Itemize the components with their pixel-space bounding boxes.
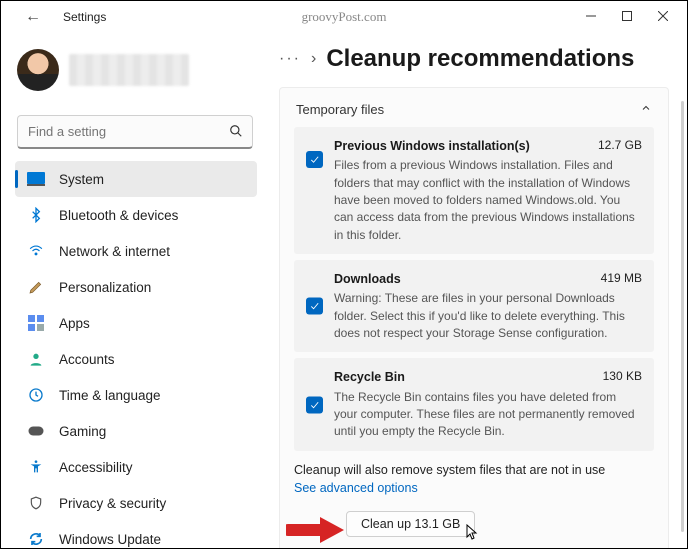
sidebar-item-privacy[interactable]: Privacy & security — [15, 485, 257, 521]
cleanup-item: Previous Windows installation(s) 12.7 GB F… — [294, 127, 654, 254]
back-button[interactable]: ← — [21, 8, 45, 26]
sidebar-item-system[interactable]: System — [15, 161, 257, 197]
chevron-right-icon: › — [311, 50, 316, 68]
sidebar-item-time[interactable]: Time & language — [15, 377, 257, 413]
system-icon — [27, 170, 45, 188]
cleanup-button[interactable]: Clean up 13.1 GB — [346, 511, 475, 537]
sidebar-item-label: Accessibility — [59, 460, 133, 475]
sidebar-item-label: Accounts — [59, 352, 115, 367]
cursor-icon — [466, 524, 480, 540]
minimize-button[interactable] — [573, 1, 609, 31]
sidebar: System Bluetooth & devices Network & inter… — [1, 33, 263, 548]
section-header[interactable]: Temporary files — [294, 100, 654, 127]
bluetooth-icon — [27, 206, 45, 224]
red-arrow-annotation — [286, 515, 348, 545]
cleanup-item: Downloads 419 MB Warning: These are files … — [294, 260, 654, 352]
sidebar-item-account[interactable]: Accounts — [15, 341, 257, 377]
sidebar-item-bluetooth[interactable]: Bluetooth & devices — [15, 197, 257, 233]
temporary-files-card: Temporary files Previous Windows install… — [279, 87, 669, 548]
user-profile[interactable] — [15, 43, 257, 101]
search-icon — [229, 124, 243, 143]
sidebar-item-label: Time & language — [59, 388, 161, 403]
user-name-redacted — [69, 54, 189, 86]
wifi-icon — [27, 242, 45, 260]
sidebar-item-apps[interactable]: Apps — [15, 305, 257, 341]
checkbox[interactable] — [306, 298, 323, 315]
item-size: 130 KB — [603, 368, 642, 386]
checkbox[interactable] — [306, 151, 323, 168]
sidebar-item-accessibility[interactable]: Accessibility — [15, 449, 257, 485]
sidebar-item-label: Apps — [59, 316, 90, 331]
sidebar-item-label: System — [59, 172, 104, 187]
sidebar-item-label: Windows Update — [59, 532, 161, 547]
cleanup-note: Cleanup will also remove system files th… — [294, 463, 654, 477]
privacy-icon — [27, 494, 45, 512]
close-button[interactable] — [645, 1, 681, 31]
maximize-button[interactable] — [609, 1, 645, 31]
accessibility-icon — [27, 458, 45, 476]
item-name: Recycle Bin — [334, 368, 405, 386]
item-desc: The Recycle Bin contains files you have … — [334, 389, 642, 441]
item-size: 419 MB — [601, 270, 642, 288]
breadcrumb-more[interactable]: ··· — [279, 50, 301, 68]
item-size: 12.7 GB — [598, 137, 642, 155]
checkbox[interactable] — [306, 396, 323, 413]
sidebar-item-update[interactable]: Windows Update — [15, 521, 257, 557]
main-panel: ··· › Cleanup recommendations Temporary … — [263, 33, 687, 548]
gaming-icon — [27, 422, 45, 440]
watermark: groovyPost.com — [302, 9, 387, 25]
time-icon — [27, 386, 45, 404]
sidebar-item-label: Gaming — [59, 424, 106, 439]
sidebar-item-label: Bluetooth & devices — [59, 208, 178, 223]
item-name: Previous Windows installation(s) — [334, 137, 530, 155]
sidebar-item-brush[interactable]: Personalization — [15, 269, 257, 305]
advanced-options-link[interactable]: See advanced options — [294, 481, 418, 495]
item-desc: Files from a previous Windows installati… — [334, 157, 642, 244]
item-desc: Warning: These are files in your persona… — [334, 290, 642, 342]
cleanup-button-label: Clean up 13.1 GB — [361, 517, 460, 531]
title-bar: ← Settings groovyPost.com — [1, 1, 687, 33]
window-title: Settings — [63, 10, 106, 24]
sidebar-item-label: Privacy & security — [59, 496, 166, 511]
section-title: Temporary files — [296, 102, 384, 117]
scrollbar[interactable] — [681, 101, 684, 532]
search-input[interactable] — [17, 115, 253, 149]
sidebar-item-wifi[interactable]: Network & internet — [15, 233, 257, 269]
account-icon — [27, 350, 45, 368]
page-title: Cleanup recommendations — [326, 45, 634, 73]
brush-icon — [27, 278, 45, 296]
nav-list: System Bluetooth & devices Network & inter… — [15, 161, 257, 557]
cleanup-item: Recycle Bin 130 KB The Recycle Bin contain… — [294, 358, 654, 450]
item-name: Downloads — [334, 270, 401, 288]
sidebar-item-gaming[interactable]: Gaming — [15, 413, 257, 449]
apps-icon — [27, 314, 45, 332]
sidebar-item-label: Network & internet — [59, 244, 170, 259]
chevron-up-icon — [640, 102, 652, 117]
update-icon — [27, 530, 45, 548]
sidebar-item-label: Personalization — [59, 280, 151, 295]
avatar — [17, 49, 59, 91]
